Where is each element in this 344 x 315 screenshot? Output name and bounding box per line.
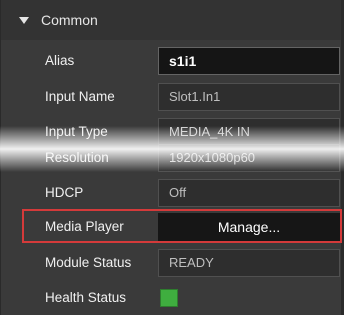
- media-player-label: Media Player: [45, 219, 124, 234]
- alias-label: Alias: [45, 53, 75, 68]
- input-name-label: Input Name: [45, 89, 115, 104]
- manage-button[interactable]: Manage...: [158, 213, 340, 241]
- input-name-row: Input Name Slot1.In1: [1, 80, 341, 114]
- health-status-label: Health Status: [45, 290, 127, 305]
- input-name-field: Slot1.In1: [158, 83, 340, 111]
- caret-down-icon[interactable]: [19, 16, 29, 24]
- module-status-field: READY: [158, 249, 340, 277]
- properties-panel: Common Alias s1i1 Input Name Slot1.In1 I…: [0, 0, 344, 315]
- module-status-row: Module Status READY: [1, 246, 341, 280]
- module-status-label: Module Status: [45, 255, 132, 270]
- hdcp-row: HDCP Off: [1, 176, 341, 210]
- health-status-indicator: [160, 289, 178, 307]
- hdcp-label: HDCP: [45, 185, 84, 200]
- alias-field[interactable]: s1i1: [158, 47, 340, 75]
- section-header-common[interactable]: Common: [1, 0, 341, 40]
- resolution-label: Resolution: [45, 150, 109, 165]
- hdcp-field: Off: [158, 179, 340, 207]
- resolution-field: 1920x1080p60: [158, 144, 340, 172]
- alias-row: Alias s1i1: [1, 44, 341, 78]
- media-player-row: Media Player Manage...: [1, 210, 341, 244]
- health-status-row: Health Status: [1, 281, 341, 315]
- section-title: Common: [41, 12, 98, 28]
- resolution-row: Resolution 1920x1080p60: [1, 141, 341, 175]
